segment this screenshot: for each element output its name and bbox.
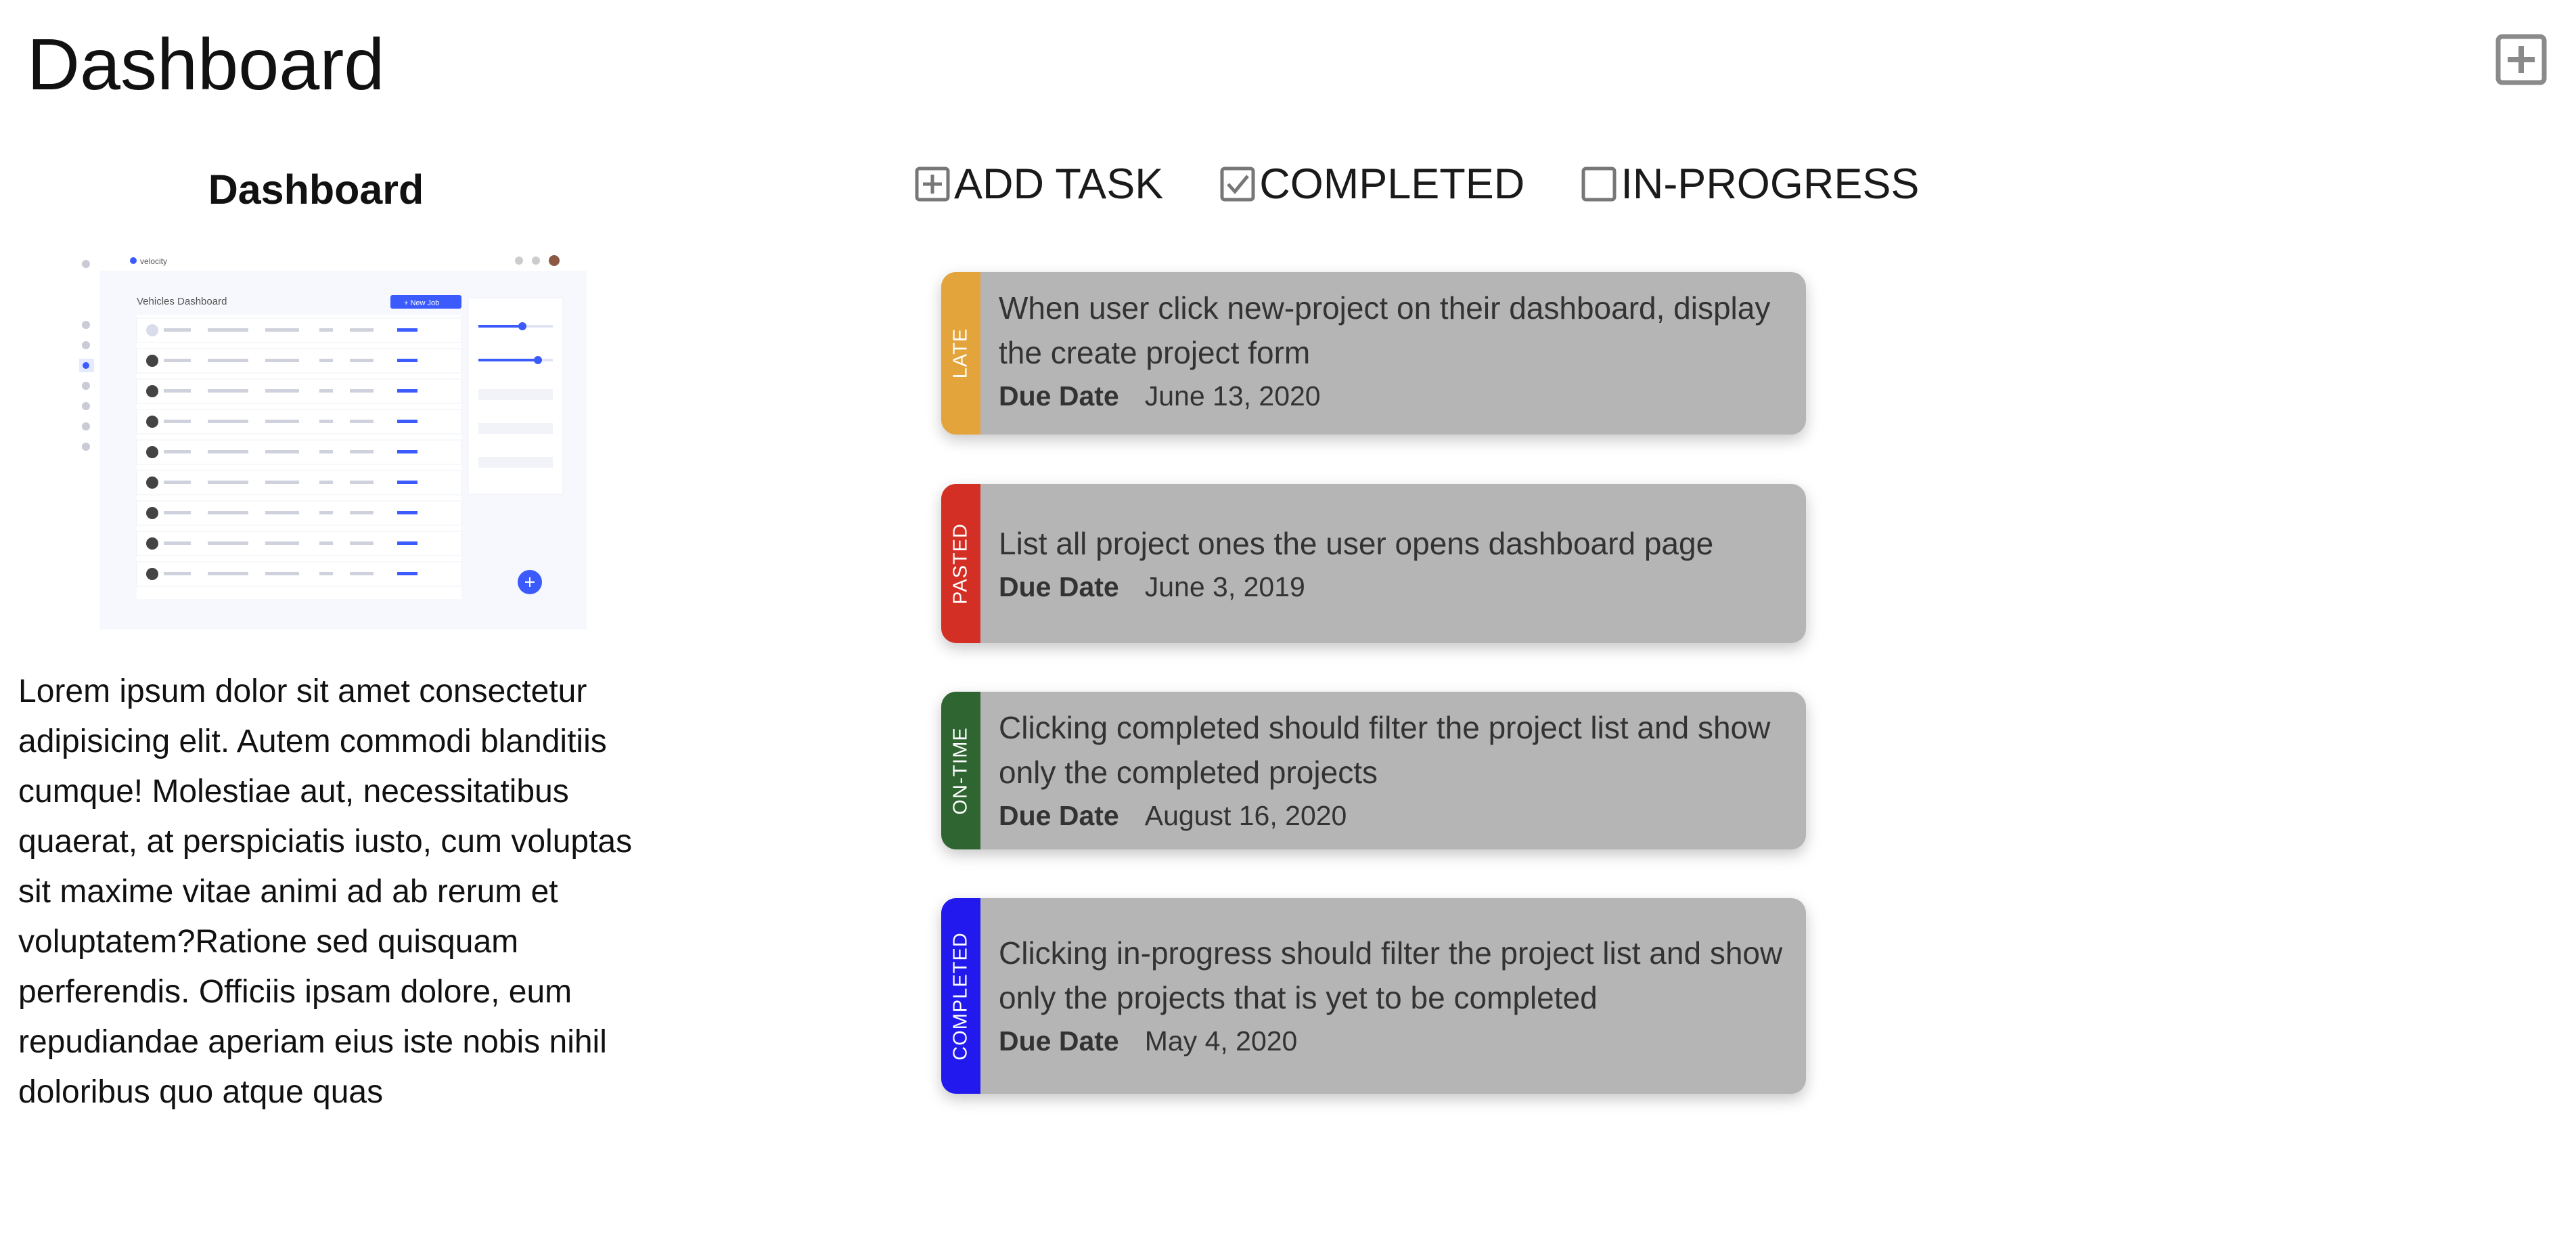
status-label: ON-TIME: [949, 726, 972, 815]
task-card[interactable]: LATE When user click new-project on thei…: [941, 272, 1806, 435]
add-task-label: ADD TASK: [954, 160, 1164, 208]
checked-box-icon: [1220, 167, 1255, 202]
plus-square-icon[interactable]: [2495, 34, 2547, 85]
page-title: Dashboard: [27, 23, 385, 105]
task-description: Clicking in-progress should filter the p…: [999, 935, 1783, 1015]
task-card[interactable]: COMPLETED Clicking in-progress should fi…: [941, 898, 1806, 1094]
due-date-label: Due Date: [999, 571, 1119, 602]
task-description: When user click new-project on their das…: [999, 290, 1771, 370]
left-panel: Dashboard velocity Vehicles Dashboard + …: [18, 166, 641, 1110]
preview-heading: Vehicles Dashboard: [137, 296, 227, 307]
preview-app-name: velocity: [140, 257, 167, 266]
task-description: List all project ones the user opens das…: [999, 526, 1714, 561]
due-date-value: June 13, 2020: [1144, 380, 1321, 412]
status-label: LATE: [949, 328, 972, 379]
completed-filter[interactable]: COMPLETED: [1220, 160, 1524, 208]
status-badge: PASTED: [941, 484, 980, 643]
due-date-value: June 3, 2019: [1144, 571, 1305, 602]
in-progress-label: IN-PROGRESS: [1621, 160, 1920, 208]
dashboard-preview-image: velocity Vehicles Dashboard + New Job: [72, 250, 587, 629]
task-card[interactable]: PASTED List all project ones the user op…: [941, 484, 1806, 643]
empty-box-icon: [1581, 167, 1617, 202]
due-date-label: Due Date: [999, 800, 1119, 831]
preview-button-label: + New Job: [404, 299, 439, 307]
status-badge: ON-TIME: [941, 692, 980, 849]
task-card[interactable]: ON-TIME Clicking completed should filter…: [941, 692, 1806, 849]
due-date-label: Due Date: [999, 1025, 1119, 1057]
due-date-value: May 4, 2020: [1144, 1025, 1298, 1057]
in-progress-filter[interactable]: IN-PROGRESS: [1581, 160, 1919, 208]
due-date-label: Due Date: [999, 380, 1119, 412]
completed-label: COMPLETED: [1259, 160, 1525, 208]
plus-square-icon: [915, 167, 950, 202]
status-badge: COMPLETED: [941, 898, 980, 1094]
filter-bar: ADD TASK COMPLETED IN-PROGRESS: [915, 160, 1976, 208]
due-date-value: August 16, 2020: [1144, 800, 1347, 831]
task-description: Clicking completed should filter the pro…: [999, 710, 1771, 790]
status-label: COMPLETED: [949, 931, 972, 1061]
preview-title: Dashboard: [208, 167, 424, 213]
add-task-button[interactable]: ADD TASK: [915, 160, 1163, 208]
status-label: PASTED: [949, 523, 972, 604]
lorem-paragraph: Lorem ipsum dolor sit amet consectetur a…: [18, 673, 633, 1110]
status-badge: LATE: [941, 272, 980, 435]
